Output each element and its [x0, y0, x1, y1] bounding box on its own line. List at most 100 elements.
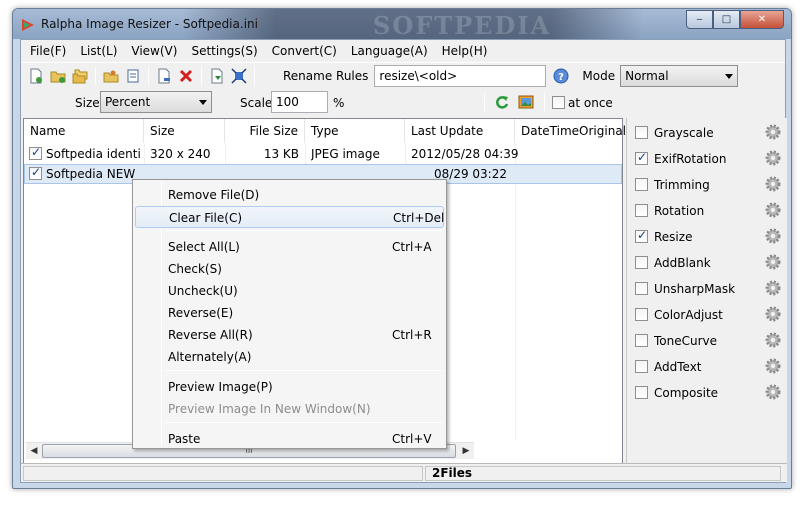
filter-checkbox[interactable]: [635, 334, 648, 347]
folders-icon: [72, 69, 88, 83]
context-menu-item[interactable]: Reverse(E): [135, 302, 444, 324]
title-bar[interactable]: SOFTPEDIA Ralpha Image Resizer - Softped…: [13, 9, 791, 40]
gear-icon[interactable]: [765, 124, 781, 140]
scroll-right-icon[interactable]: ▶: [458, 444, 474, 459]
open-output-button[interactable]: [100, 65, 122, 87]
maximize-button[interactable]: □: [713, 10, 740, 29]
column-header-last-update[interactable]: Last Update: [405, 119, 515, 143]
context-menu-item[interactable]: Select All(L) Ctrl+A: [135, 236, 444, 258]
column-header-datetime-original[interactable]: DateTimeOriginal: [515, 119, 626, 143]
gear-icon[interactable]: [765, 228, 781, 244]
context-menu-item[interactable]: Uncheck(U): [135, 280, 444, 302]
menu-view[interactable]: View(V): [124, 42, 184, 60]
rename-rules-input[interactable]: resize\<old>: [374, 64, 547, 87]
column-header-size[interactable]: Size: [144, 119, 225, 143]
filter-item-exifrotation[interactable]: ExifRotation: [635, 148, 785, 170]
size-select-value: Percent: [105, 95, 151, 109]
rename-help-button[interactable]: ?: [550, 65, 572, 87]
filter-item-addblank[interactable]: AddBlank: [635, 252, 785, 274]
context-menu-item[interactable]: Clear File(C) Ctrl+Del: [135, 206, 444, 228]
menu-list[interactable]: List(L): [73, 42, 124, 60]
new-file-icon: [30, 68, 42, 83]
toolbar: Rename Rules resize\<old> ? Mode Normal: [21, 62, 785, 88]
filter-checkbox[interactable]: [635, 204, 648, 217]
filter-item-composite[interactable]: Composite: [635, 382, 785, 404]
add-subfolder-button[interactable]: [69, 65, 91, 87]
gear-icon[interactable]: [765, 254, 781, 270]
remove-file-icon: [158, 68, 170, 83]
context-menu-item[interactable]: Reverse All(R) Ctrl+R: [135, 324, 444, 346]
context-menu-item[interactable]: Preview Image(P): [135, 376, 444, 398]
menu-help[interactable]: Help(H): [435, 42, 495, 60]
column-header-name[interactable]: Name: [24, 119, 144, 143]
at-once-checkbox[interactable]: [552, 96, 565, 109]
scale-input[interactable]: 100: [271, 91, 328, 113]
cell-last-update: 2012/05/28 04:39: [411, 147, 519, 161]
app-icon: [22, 19, 34, 31]
cell-file-size: 13 KB: [263, 147, 299, 161]
filter-item-coloradjust[interactable]: ColorAdjust: [635, 304, 785, 326]
filter-item-tonecurve[interactable]: ToneCurve: [635, 330, 785, 352]
filter-checkbox[interactable]: [635, 126, 648, 139]
context-menu-item-label: Check(S): [168, 262, 222, 276]
gear-icon[interactable]: [765, 306, 781, 322]
gear-icon[interactable]: [765, 150, 781, 166]
filter-checkbox[interactable]: [635, 386, 648, 399]
filter-item-addtext[interactable]: AddText: [635, 356, 785, 378]
context-menu-item[interactable]: Check(S): [135, 258, 444, 280]
table-row[interactable]: Softpedia identi... 320 x 240 13 KB JPEG…: [24, 144, 622, 164]
filter-item-trimming[interactable]: Trimming: [635, 174, 785, 196]
row-checkbox[interactable]: [29, 145, 42, 160]
filter-panel: Grayscale ExifRotation Trimming Rotation Res…: [626, 118, 787, 464]
filter-label: AddBlank: [654, 256, 711, 270]
gear-icon[interactable]: [765, 176, 781, 192]
menu-settings[interactable]: Settings(S): [184, 42, 264, 60]
column-header-file-size[interactable]: File Size: [225, 119, 305, 143]
preview-button[interactable]: [515, 91, 537, 113]
add-folder-button[interactable]: [47, 65, 69, 87]
column-header-type[interactable]: Type: [305, 119, 405, 143]
menu-language[interactable]: Language(A): [344, 42, 435, 60]
svg-text:?: ?: [559, 72, 565, 83]
filter-item-grayscale[interactable]: Grayscale: [635, 122, 785, 144]
menu-file[interactable]: File(F): [23, 42, 73, 60]
filter-checkbox[interactable]: [635, 282, 648, 295]
filter-item-resize[interactable]: Resize: [635, 226, 785, 248]
filter-checkbox[interactable]: [635, 178, 648, 191]
gear-icon[interactable]: [765, 358, 781, 374]
filter-checkbox[interactable]: [635, 228, 648, 243]
gear-icon[interactable]: [765, 332, 781, 348]
minimize-button[interactable]: ‒: [686, 10, 713, 29]
image-list-button[interactable]: [122, 65, 144, 87]
red-x-icon: [179, 69, 193, 82]
filter-checkbox[interactable]: [635, 360, 648, 373]
gear-icon[interactable]: [765, 202, 781, 218]
gear-icon[interactable]: [765, 384, 781, 400]
filter-item-rotation[interactable]: Rotation: [635, 200, 785, 222]
close-button[interactable]: ✕: [740, 10, 784, 29]
gear-icon[interactable]: [765, 280, 781, 296]
context-menu-item-label: Preview Image In New Window(N): [168, 402, 371, 416]
filter-checkbox[interactable]: [635, 150, 648, 165]
filter-checkbox[interactable]: [635, 256, 648, 269]
context-menu-item[interactable]: Paste Ctrl+V: [135, 428, 444, 450]
size-select[interactable]: Percent: [100, 91, 212, 113]
filter-checkbox[interactable]: [635, 308, 648, 321]
context-menu-item[interactable]: Remove File(D): [135, 184, 444, 206]
filter-label: UnsharpMask: [654, 282, 736, 296]
resize-button[interactable]: [228, 65, 250, 87]
convert-button[interactable]: [206, 65, 228, 87]
add-file-button[interactable]: [25, 65, 47, 87]
context-menu-item[interactable]: Alternately(A): [135, 346, 444, 368]
filter-item-unsharpmask[interactable]: UnsharpMask: [635, 278, 785, 300]
refresh-button[interactable]: [491, 91, 513, 113]
mode-select[interactable]: Normal: [620, 64, 739, 87]
menu-convert[interactable]: Convert(C): [265, 42, 344, 60]
context-menu-item-label: Reverse All(R): [168, 328, 253, 342]
context-menu-item-label: Preview Image(P): [168, 380, 273, 394]
row-checkbox[interactable]: [29, 165, 42, 180]
watermark: SOFTPEDIA: [373, 11, 552, 40]
scroll-left-icon[interactable]: ◀: [26, 444, 42, 459]
clear-button[interactable]: [175, 65, 197, 87]
remove-file-button[interactable]: [153, 65, 175, 87]
